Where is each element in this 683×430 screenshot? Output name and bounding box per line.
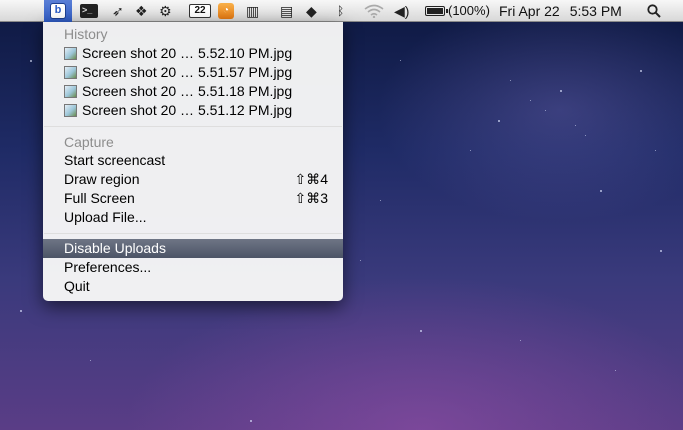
battery-percent: (100%) [448,3,490,18]
wifi-icon [364,4,384,18]
calendar-day: 22 [194,4,206,16]
start-screencast-item[interactable]: Start screencast [43,151,343,170]
image-file-icon [64,47,77,60]
history-item-label: Screen shot 20 … 5.52.10 PM.jpg [82,45,293,61]
disable-uploads-item[interactable]: Disable Uploads [43,239,343,258]
menu-item-label: Disable Uploads [64,240,166,256]
bluetooth-icon: ᛒ [337,3,345,18]
menu-item-label: Draw region [64,171,140,187]
rss-menu-extra[interactable]: ◔ [214,0,238,22]
evernote-menu-extra[interactable]: ◆ [302,0,321,22]
calendar-icon: 22 [189,3,211,18]
full-screen-item[interactable]: Full Screen ⇧⌘3 [43,189,343,208]
menu-item-label: Quit [64,278,90,294]
document-menu-extra[interactable]: ▤ [276,0,297,22]
film-menu-extra[interactable]: ▥ [242,0,263,22]
bluetooth-menu-extra[interactable]: ᛒ [333,0,348,22]
menu-bar: b >_ ➶ ❖ ⚙ 22 ◔ ▥ ▤ ◆ ᛒ ◀) (100%) Fri Ap… [0,0,683,22]
document-icon: ▤ [280,2,294,19]
gear-menu-extra[interactable]: ⚙ [155,0,176,22]
gear-icon: ⚙ [159,2,172,19]
keyboard-shortcut: ⇧⌘3 [294,190,328,206]
history-item[interactable]: Screen shot 20 … 5.51.12 PM.jpg [43,101,343,120]
image-file-icon [64,85,77,98]
quit-item[interactable]: Quit [43,277,343,296]
history-item-label: Screen shot 20 … 5.51.57 PM.jpg [82,64,293,80]
film-icon: ▥ [246,2,260,19]
dropbox-menu-extra[interactable]: ❖ [131,0,152,22]
spotlight-menu-extra[interactable] [643,0,665,22]
battery-fill [427,7,443,14]
app-menu-extra[interactable]: b [44,0,72,22]
history-item[interactable]: Screen shot 20 … 5.51.57 PM.jpg [43,63,343,82]
clock-time: 5:53 PM [569,2,622,19]
menu-item-label: Upload File... [64,209,147,225]
menu-separator [44,233,342,234]
capture-section-title: Capture [64,134,114,150]
image-file-icon [64,66,77,79]
history-section-title: History [64,26,108,42]
menu-item-label: Start screencast [64,152,166,168]
bird-menu-extra[interactable]: ➶ [108,0,128,22]
dropbox-icon: ❖ [135,2,148,19]
history-item[interactable]: Screen shot 20 … 5.51.18 PM.jpg [43,82,343,101]
terminal-icon: >_ [80,3,98,18]
clock-date: Fri Apr 22 [499,2,560,19]
evernote-icon: ◆ [306,2,317,19]
keyboard-shortcut: ⇧⌘4 [294,171,328,187]
terminal-menu-extra[interactable]: >_ [76,0,102,22]
preferences-item[interactable]: Preferences... [43,258,343,277]
menu-item-label: Full Screen [64,190,135,206]
search-icon [647,3,661,18]
bird-icon: ➶ [112,2,124,19]
wifi-menu-extra[interactable] [360,0,388,22]
history-item-label: Screen shot 20 … 5.51.12 PM.jpg [82,102,293,118]
rss-icon: ◔ [218,2,234,19]
app-b-icon: b [50,2,66,19]
calendar-menu-extra[interactable]: 22 [185,0,215,22]
battery-menu-extra[interactable]: (100%) [421,0,494,22]
volume-icon: ◀) [394,2,410,19]
history-item[interactable]: Screen shot 20 … 5.52.10 PM.jpg [43,44,343,63]
menubar-clock[interactable]: Fri Apr 22 5:53 PM [492,0,629,22]
battery-icon [425,5,448,16]
status-dropdown-menu: History Screen shot 20 … 5.52.10 PM.jpg … [43,22,343,301]
menu-item-label: Preferences... [64,259,152,275]
upload-file-item[interactable]: Upload File... [43,208,343,227]
draw-region-item[interactable]: Draw region ⇧⌘4 [43,170,343,189]
image-file-icon [64,104,77,117]
menu-separator [44,126,342,127]
volume-menu-extra[interactable]: ◀) [390,0,413,22]
history-item-label: Screen shot 20 … 5.51.18 PM.jpg [82,83,293,99]
